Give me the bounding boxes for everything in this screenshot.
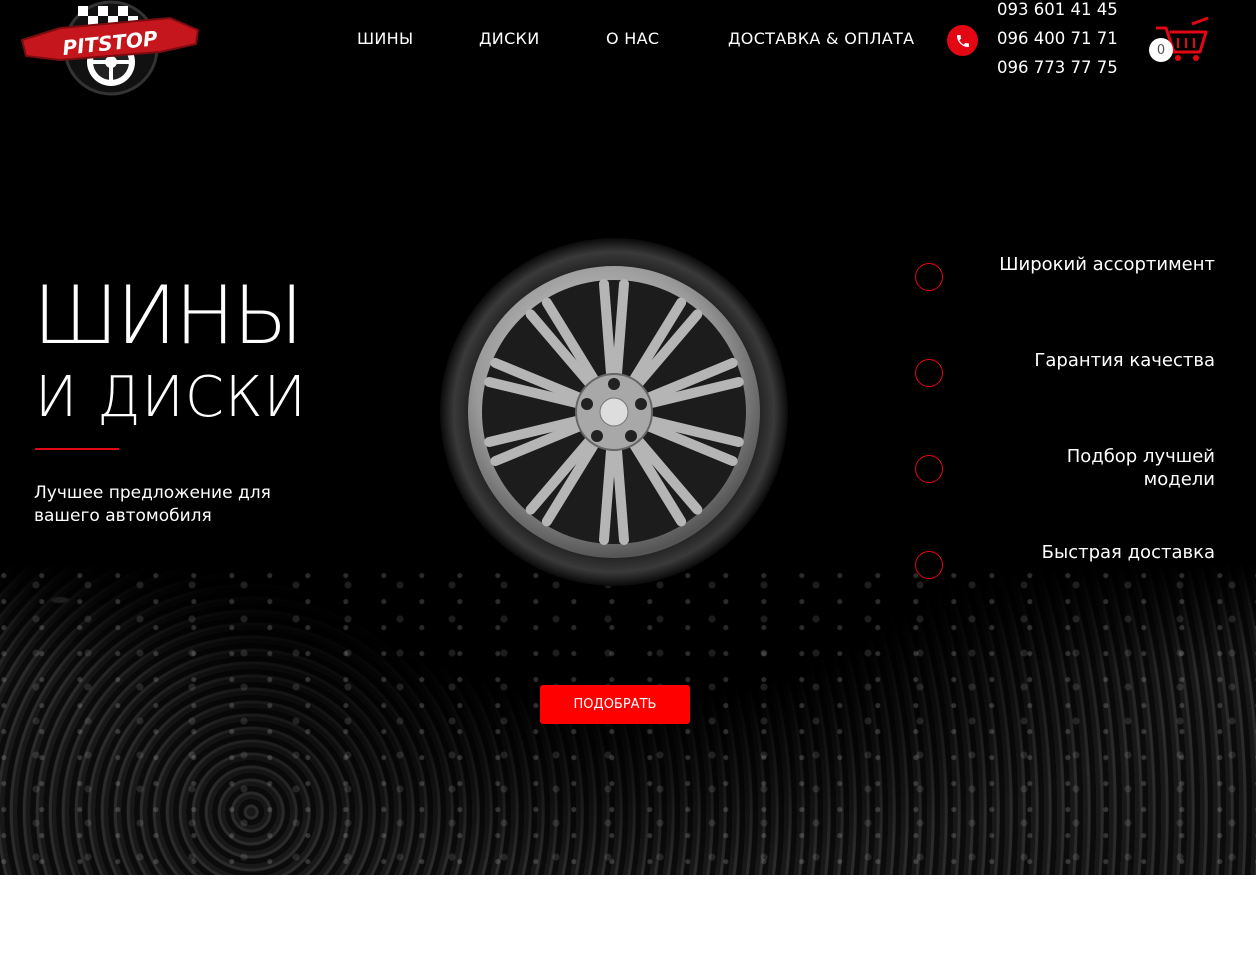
feature-selection: Подбор лучшей модели [1066, 446, 1215, 490]
hero-title-line1: ШИНЫ [33, 269, 304, 362]
feature-delivery: Быстрая доставка [1041, 542, 1215, 563]
nav-item-wheels[interactable]: ДИСКИ [479, 29, 539, 48]
select-button[interactable]: ПОДОБРАТЬ [540, 685, 690, 724]
cart-count-badge: 0 [1149, 38, 1173, 62]
feature-bullet-icon [915, 551, 943, 579]
hero-subtitle: Лучшее предложение для вашего автомобиля [34, 483, 271, 526]
feature-assortment: Широкий ассортимент [999, 254, 1215, 275]
wheel-image [440, 238, 788, 586]
phone-number[interactable]: 096 773 77 75 [997, 58, 1118, 77]
feature-bullet-icon [915, 455, 943, 483]
pitstop-logo[interactable]: PITSTOP [20, 0, 202, 96]
title-divider [35, 448, 119, 450]
hero-section: PITSTOP ШИНЫ ДИСКИ О НАС ДОСТАВКА & ОПЛА… [0, 0, 1256, 875]
phone-number[interactable]: 093 601 41 45 [997, 0, 1118, 19]
phone-icon[interactable] [947, 25, 978, 56]
nav-item-about[interactable]: О НАС [606, 29, 659, 48]
nav-item-delivery[interactable]: ДОСТАВКА & ОПЛАТА [728, 29, 914, 48]
feature-quality: Гарантия качества [1034, 350, 1215, 371]
feature-bullet-icon [915, 263, 943, 291]
nav-item-tires[interactable]: ШИНЫ [357, 29, 413, 48]
hero-title-line2: И ДИСКИ [35, 365, 307, 430]
phone-number[interactable]: 096 400 71 71 [997, 29, 1118, 48]
feature-bullet-icon [915, 359, 943, 387]
